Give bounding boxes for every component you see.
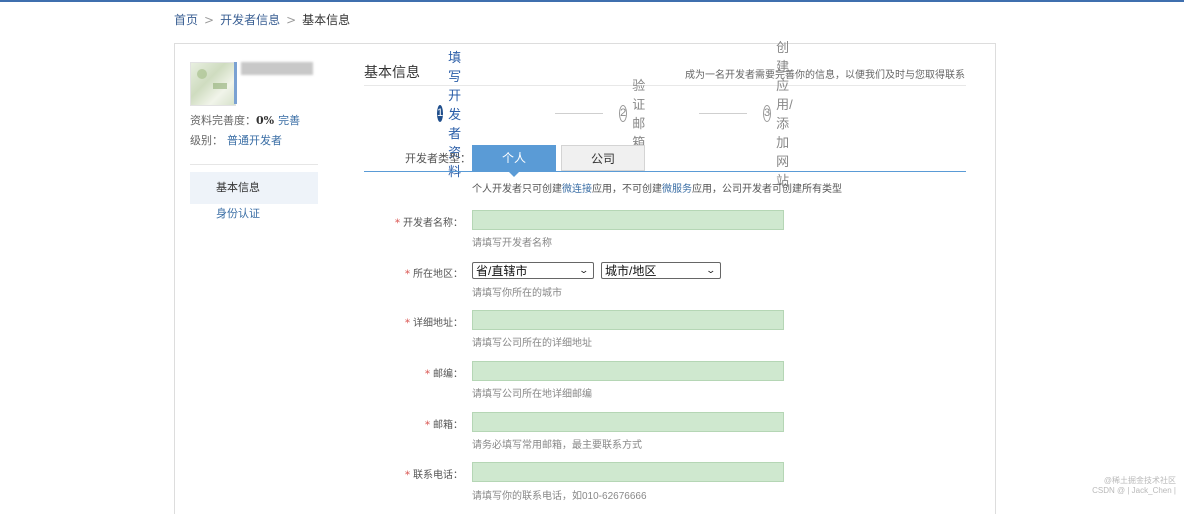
step-connector (699, 113, 747, 114)
step-number: 1 (437, 104, 444, 122)
developer-type-label: 开发者类型： (405, 152, 471, 165)
required-mark: * (405, 269, 410, 280)
chevron-down-icon: ⌄ (578, 265, 590, 275)
required-mark: * (425, 420, 430, 431)
label-text: 开发者名称： (403, 218, 463, 229)
postcode-label: * 邮编： (347, 365, 463, 380)
breadcrumb-home[interactable]: 首页 (174, 11, 198, 28)
step-label: 创建应用/添加网站 (776, 40, 793, 188)
hint-example: 010-62676666 (582, 491, 647, 502)
divider (190, 164, 318, 165)
desc-text: 应用，不可创建 (592, 184, 662, 195)
required-mark: * (395, 218, 400, 229)
desc-text: 个人开发者只可创建 (472, 184, 562, 195)
province-select[interactable]: 省/直辖市 ⌄ (472, 262, 594, 279)
required-mark: * (405, 318, 410, 329)
tab-individual[interactable]: 个人 (472, 145, 556, 177)
breadcrumb-separator: > (204, 13, 215, 27)
email-hint: 请务必填写常用邮箱，最主要联系方式 (472, 440, 642, 451)
phone-hint: 请填写你的联系电话，如010-62676666 (472, 487, 647, 502)
city-select[interactable]: 城市/地区 ⌄ (601, 262, 721, 279)
hint-text: 请填写你的联系电话，如 (472, 491, 582, 502)
developer-name-hint: 请填写开发者名称 (472, 238, 552, 249)
label-text: 邮编： (433, 369, 463, 380)
step-number: 2 (619, 104, 628, 122)
micro-connect-link[interactable]: 微连接 (562, 184, 592, 195)
tab-underline (364, 171, 966, 172)
email-input[interactable] (472, 412, 784, 432)
tab-company[interactable]: 公司 (561, 145, 645, 171)
completeness-value: 0% (256, 114, 275, 127)
breadcrumb-developer-info[interactable]: 开发者信息 (220, 11, 280, 28)
page-note: 成为一名开发者需要完善你的信息，以便我们及时与您取得联系 (685, 70, 965, 81)
content-panel: 资料完善度：0% 完善 级别： 普通开发者 基本信息 身份认证 基本信息 成为一名开… (174, 40, 996, 514)
watermark-line: CSDN @ | Jack_Chen | (1092, 486, 1176, 495)
province-select-value: 省/直辖市 (476, 264, 528, 278)
postcode-hint: 请填写公司所在地详细邮编 (472, 389, 592, 400)
breadcrumb-separator: > (286, 13, 297, 27)
phone-label: * 联系电话： (347, 466, 463, 481)
label-text: 邮箱： (433, 420, 463, 431)
developer-name-input[interactable] (472, 210, 784, 230)
step-number: 3 (763, 104, 772, 122)
watermark: @稀土掘金技术社区 CSDN @ | Jack_Chen | (1092, 476, 1176, 496)
required-mark: * (405, 470, 410, 481)
postcode-input[interactable] (472, 361, 784, 381)
avatar-accent (234, 62, 237, 104)
complete-profile-link[interactable]: 完善 (278, 114, 300, 127)
step-3: 3 创建应用/添加网站 (763, 40, 802, 188)
sidebar-item-identity[interactable]: 身份认证 (190, 200, 318, 228)
step-label: 验证邮箱 (632, 78, 646, 150)
profile-completeness: 资料完善度：0% 完善 (190, 112, 300, 128)
breadcrumb-current: 基本信息 (302, 13, 351, 27)
level-value[interactable]: 普通开发者 (227, 134, 282, 147)
micro-service-link[interactable]: 微服务 (662, 184, 692, 195)
step-connector (555, 113, 603, 114)
page-title: 基本信息 (364, 64, 420, 80)
region-label: * 所在地区： (347, 265, 463, 280)
label-text: 联系电话： (413, 470, 463, 481)
required-mark: * (425, 369, 430, 380)
label-text: 所在地区： (413, 269, 463, 280)
avatar (190, 62, 236, 106)
developer-name-label: * 开发者名称： (347, 214, 463, 229)
address-label: * 详细地址： (347, 314, 463, 329)
username-redacted (241, 62, 313, 75)
watermark-line: @稀土掘金技术社区 (1103, 476, 1176, 485)
region-hint: 请填写你所在的城市 (472, 288, 562, 299)
step-1: 1 填写开发者资料 (437, 50, 472, 179)
level-label: 级别： (190, 134, 223, 147)
desc-text: 应用，公司开发者可创建所有类型 (692, 184, 842, 195)
address-hint: 请填写公司所在的详细地址 (472, 338, 592, 349)
top-border (0, 0, 1184, 2)
chevron-down-icon: ⌄ (705, 265, 717, 275)
breadcrumb: 首页 > 开发者信息 > 基本信息 (174, 11, 350, 28)
city-select-value: 城市/地区 (605, 264, 657, 278)
developer-type-description: 个人开发者只可创建微连接应用，不可创建微服务应用，公司开发者可创建所有类型 (472, 180, 842, 195)
phone-input[interactable] (472, 462, 784, 482)
step-2: 2 验证邮箱 (619, 78, 654, 150)
label-text: 详细地址： (413, 318, 463, 329)
address-input[interactable] (472, 310, 784, 330)
completeness-label: 资料完善度： (190, 114, 256, 127)
email-label: * 邮箱： (347, 416, 463, 431)
profile-level: 级别： 普通开发者 (190, 132, 282, 148)
